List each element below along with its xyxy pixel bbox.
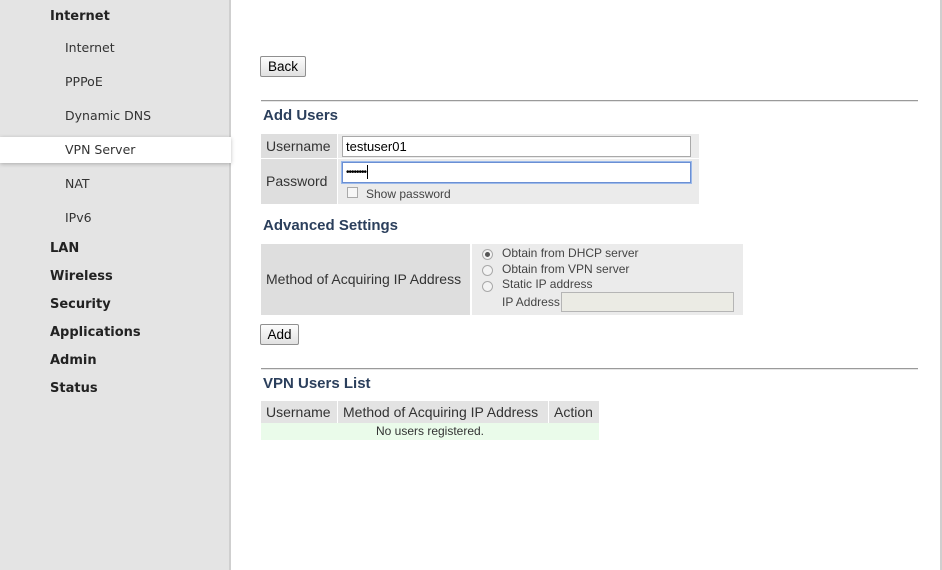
sidebar-nav: Internet Internet PPPoE Dynamic DNS VPN … — [0, 0, 231, 570]
text-cursor — [367, 165, 369, 180]
radio-dhcp[interactable] — [482, 249, 493, 260]
username-label: Username — [261, 134, 337, 158]
divider — [261, 100, 918, 102]
sidebar-item-wireless[interactable]: Wireless — [0, 264, 229, 290]
sidebar-item-pppoe[interactable]: PPPoE — [0, 69, 229, 95]
ip-address-label: IP Address — [502, 295, 560, 309]
vpn-users-list-title: VPN Users List — [263, 375, 371, 392]
add-button[interactable]: Add — [260, 324, 299, 345]
sidebar-item-status[interactable]: Status — [0, 376, 229, 402]
empty-list-message: No users registered. — [261, 423, 599, 440]
sidebar-item-admin[interactable]: Admin — [0, 348, 229, 374]
sidebar-item-internet[interactable]: Internet — [0, 35, 229, 61]
ip-address-input[interactable] — [561, 292, 734, 312]
password-input[interactable]: •••••••• — [342, 162, 691, 183]
sidebar-item-dynamic-dns[interactable]: Dynamic DNS — [0, 103, 229, 129]
column-header-username: Username — [261, 401, 337, 423]
radio-vpn-server-label: Obtain from VPN server — [502, 262, 630, 276]
username-input[interactable]: testuser01 — [342, 136, 691, 157]
show-password-checkbox[interactable] — [347, 187, 358, 198]
radio-dhcp-label: Obtain from DHCP server — [502, 246, 639, 260]
radio-static-ip-label: Static IP address — [502, 277, 593, 291]
sidebar-item-nat[interactable]: NAT — [0, 171, 229, 197]
show-password-label: Show password — [366, 187, 451, 201]
column-header-ip-method: Method of Acquiring IP Address — [338, 401, 548, 423]
sidebar-item-security[interactable]: Security — [0, 292, 229, 318]
radio-vpn-server[interactable] — [482, 265, 493, 276]
add-users-title: Add Users — [263, 107, 339, 124]
sidebar-item-ipv6[interactable]: IPv6 — [0, 205, 229, 231]
password-label: Password — [261, 159, 337, 204]
sidebar-item-internet-group[interactable]: Internet — [0, 4, 229, 30]
column-header-action: Action — [549, 401, 599, 423]
password-value: •••••••• — [346, 167, 367, 178]
advanced-settings-title: Advanced Settings — [263, 217, 399, 234]
sidebar-item-lan[interactable]: LAN — [0, 236, 229, 262]
sidebar-item-applications[interactable]: Applications — [0, 320, 229, 346]
sidebar-item-vpn-server[interactable]: VPN Server — [0, 137, 231, 163]
radio-static-ip[interactable] — [482, 281, 493, 292]
back-button[interactable]: Back — [260, 56, 306, 77]
divider — [261, 368, 918, 370]
ip-method-label: Method of Acquiring IP Address — [261, 244, 470, 315]
